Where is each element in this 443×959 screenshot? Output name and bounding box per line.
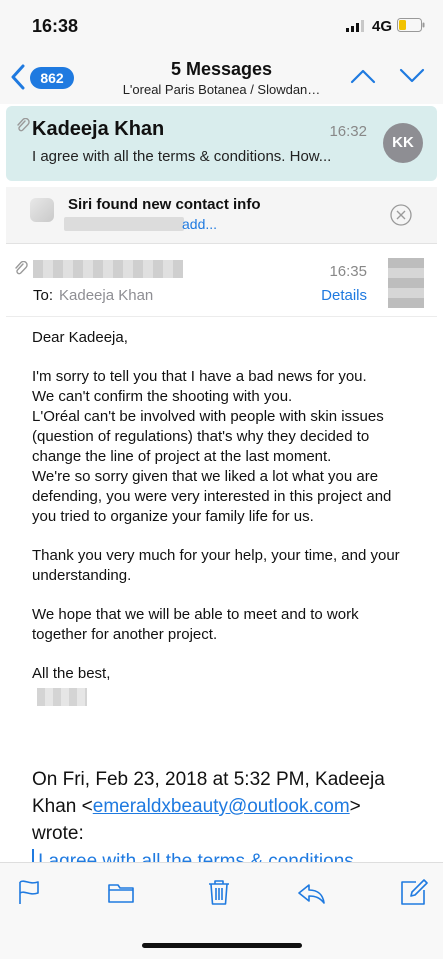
body-line: understanding. (32, 567, 132, 584)
message-body: Dear Kadeeja, I'm sorry to tell you that… (32, 328, 412, 703)
compose-icon[interactable] (399, 877, 429, 907)
body-line: together for another project. (32, 626, 218, 643)
quoted-text: I agree with all the terms & conditions. (32, 849, 417, 862)
siri-suggestion-banner: Siri found new contact info add... (6, 187, 437, 244)
body-line: We can't confirm the shooting with you. (32, 388, 293, 405)
down-chevron-icon[interactable] (399, 68, 425, 84)
collapsed-message-card[interactable]: Kadeeja Khan 16:32 I agree with all the … (6, 106, 437, 181)
body-line: (question of regulations) that's why the… (32, 428, 370, 445)
siri-suggestion-title: Siri found new contact info (68, 196, 261, 213)
status-time: 16:38 (32, 16, 79, 36)
home-indicator[interactable] (142, 943, 302, 948)
sender-email-link[interactable]: emeraldxbeauty@outlook.com (93, 796, 350, 817)
recipient-name[interactable]: Kadeeja Khan (59, 287, 153, 304)
sender-name: Kadeeja Khan (32, 118, 165, 140)
body-line: We hope that we will be able to meet and… (32, 606, 359, 623)
contacts-app-icon (30, 198, 54, 222)
details-link[interactable]: Details (321, 287, 367, 304)
message-greeting: Dear Kadeeja, (32, 329, 128, 346)
message-nav-bar: 862 5 Messages L'oreal Paris Botanea / S… (0, 50, 443, 104)
body-line: you tried to organize your family life f… (32, 508, 314, 525)
message-time: 16:32 (329, 123, 367, 140)
message-paragraph: We hope that we will be able to meet and… (32, 605, 412, 645)
siri-add-link[interactable]: add... (182, 216, 217, 232)
trash-icon[interactable] (204, 877, 234, 907)
redacted-signature (37, 688, 87, 706)
redacted-contact-info (64, 217, 184, 231)
unread-count-badge[interactable]: 862 (30, 67, 74, 89)
up-chevron-icon[interactable] (350, 68, 376, 84)
message-paragraph: Thank you very much for your help, your … (32, 546, 412, 586)
avatar: KK (383, 123, 423, 163)
message-time: 16:35 (329, 263, 367, 280)
signal-icon (346, 20, 364, 32)
reply-icon[interactable] (296, 877, 326, 907)
message-preview: I agree with all the terms & conditions.… (32, 148, 332, 165)
redacted-sender-avatar (388, 258, 424, 308)
folder-icon[interactable] (106, 877, 136, 907)
paperclip-icon (17, 118, 30, 132)
paperclip-icon (15, 261, 28, 275)
quoted-reply-header: On Fri, Feb 23, 2018 at 5:32 PM, Kadeeja… (32, 766, 417, 847)
battery-icon (397, 18, 425, 32)
thread-subject: L'oreal Paris Botanea / Slowdan… (122, 82, 321, 97)
close-icon[interactable] (390, 204, 412, 226)
body-line: change the line of project at the last m… (32, 448, 332, 465)
message-closing: All the best, (32, 665, 111, 682)
thread-title: 5 Messages (170, 59, 273, 79)
body-line: defending, you were very interested in t… (32, 488, 392, 505)
message-header: 16:35 To: Kadeeja Khan Details (6, 245, 437, 317)
recipient-label: To: (33, 287, 54, 304)
body-line: We're so sorry given that we liked a lot… (32, 468, 379, 485)
message-paragraph: I'm sorry to tell you that I have a bad … (32, 367, 412, 527)
back-chevron-icon[interactable] (10, 64, 26, 90)
body-line: Thank you very much for your help, your … (32, 547, 400, 564)
redacted-sender-name (33, 260, 183, 278)
status-bar: 16:38 4G (0, 0, 443, 50)
body-line: I'm sorry to tell you that I have a bad … (32, 368, 367, 385)
network-label: 4G (372, 18, 393, 35)
flag-icon[interactable] (14, 877, 44, 907)
body-line: L'Oréal can't be involved with people wi… (32, 408, 384, 425)
